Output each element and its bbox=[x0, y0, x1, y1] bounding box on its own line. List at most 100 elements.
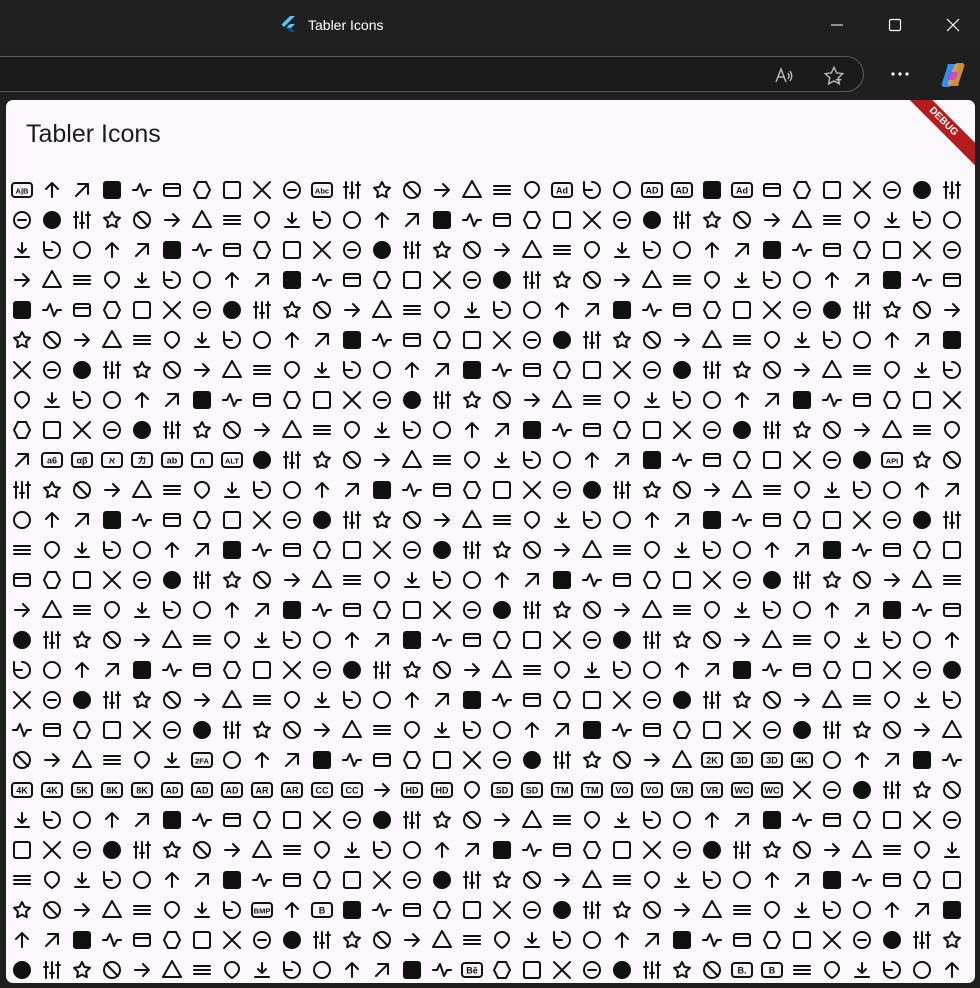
window-title-bar[interactable]: Tabler Icons bbox=[0, 0, 980, 50]
icon-tile[interactable] bbox=[427, 235, 457, 265]
icon-tile[interactable] bbox=[307, 385, 337, 415]
icon-tile[interactable] bbox=[127, 625, 157, 655]
icon-tile[interactable] bbox=[547, 505, 577, 535]
icon-tile[interactable] bbox=[727, 475, 757, 505]
icon-tile[interactable] bbox=[877, 595, 907, 625]
icon-tile[interactable] bbox=[427, 655, 457, 685]
icon-tile[interactable] bbox=[337, 355, 367, 385]
icon-tile[interactable] bbox=[187, 625, 217, 655]
icon-tile[interactable] bbox=[637, 265, 667, 295]
icon-tile[interactable] bbox=[547, 565, 577, 595]
icon-tile[interactable] bbox=[517, 475, 547, 505]
icon-tile[interactable] bbox=[457, 745, 487, 775]
icon-tile[interactable] bbox=[7, 745, 37, 775]
icon-tile[interactable] bbox=[427, 835, 457, 865]
icon-tile[interactable] bbox=[157, 955, 187, 983]
icon-tile[interactable] bbox=[847, 325, 877, 355]
icon-tile[interactable] bbox=[517, 655, 547, 685]
icon-tile[interactable] bbox=[787, 295, 817, 325]
icon-tile[interactable] bbox=[637, 715, 667, 745]
icon-tile[interactable]: 2K bbox=[697, 745, 727, 775]
icon-tile[interactable] bbox=[187, 685, 217, 715]
icon-tile[interactable] bbox=[277, 325, 307, 355]
icon-tile[interactable] bbox=[37, 745, 67, 775]
icon-tile[interactable] bbox=[367, 565, 397, 595]
icon-tile[interactable] bbox=[577, 505, 607, 535]
icon-tile[interactable]: AR bbox=[277, 775, 307, 805]
icon-tile[interactable] bbox=[517, 865, 547, 895]
icon-tile[interactable] bbox=[427, 625, 457, 655]
icon-tile[interactable] bbox=[367, 175, 397, 205]
icon-tile[interactable] bbox=[877, 475, 907, 505]
icon-tile[interactable] bbox=[577, 955, 607, 983]
icon-tile[interactable] bbox=[907, 775, 937, 805]
icon-tile[interactable] bbox=[847, 535, 877, 565]
icon-tile[interactable]: 3D bbox=[727, 745, 757, 775]
icon-tile[interactable] bbox=[607, 745, 637, 775]
icon-tile[interactable] bbox=[67, 715, 97, 745]
icon-tile[interactable] bbox=[517, 205, 547, 235]
icon-tile[interactable] bbox=[637, 475, 667, 505]
icon-tile[interactable] bbox=[817, 775, 847, 805]
icon-tile[interactable] bbox=[547, 475, 577, 505]
icon-tile[interactable] bbox=[577, 805, 607, 835]
icon-tile[interactable] bbox=[787, 205, 817, 235]
icon-tile[interactable] bbox=[427, 295, 457, 325]
icon-tile[interactable] bbox=[487, 295, 517, 325]
icon-tile[interactable] bbox=[757, 565, 787, 595]
icon-tile[interactable] bbox=[337, 865, 367, 895]
icon-tile[interactable] bbox=[247, 355, 277, 385]
icon-tile[interactable] bbox=[7, 355, 37, 385]
icon-tile[interactable] bbox=[667, 415, 697, 445]
icon-tile[interactable] bbox=[877, 175, 907, 205]
icon-tile[interactable] bbox=[907, 205, 937, 235]
icon-tile[interactable] bbox=[367, 775, 397, 805]
icon-tile[interactable] bbox=[907, 235, 937, 265]
icon-tile[interactable] bbox=[217, 565, 247, 595]
icon-tile[interactable] bbox=[337, 535, 367, 565]
icon-tile[interactable] bbox=[7, 235, 37, 265]
icon-tile[interactable] bbox=[157, 925, 187, 955]
icon-tile[interactable] bbox=[727, 595, 757, 625]
icon-tile[interactable] bbox=[877, 625, 907, 655]
icon-tile[interactable] bbox=[847, 835, 877, 865]
icon-tile[interactable] bbox=[667, 955, 697, 983]
icon-tile[interactable] bbox=[367, 235, 397, 265]
icon-tile[interactable] bbox=[67, 385, 97, 415]
icon-tile[interactable] bbox=[7, 445, 37, 475]
icon-tile[interactable] bbox=[157, 895, 187, 925]
icon-tile[interactable] bbox=[277, 475, 307, 505]
icon-tile[interactable]: 4K bbox=[37, 775, 67, 805]
icon-tile[interactable] bbox=[787, 655, 817, 685]
icon-tile[interactable] bbox=[127, 895, 157, 925]
icon-tile[interactable] bbox=[607, 265, 637, 295]
icon-tile[interactable] bbox=[487, 625, 517, 655]
icon-tile[interactable] bbox=[757, 355, 787, 385]
icon-tile[interactable] bbox=[667, 265, 697, 295]
icon-tile[interactable] bbox=[307, 625, 337, 655]
icon-tile[interactable]: CC bbox=[337, 775, 367, 805]
icon-tile[interactable] bbox=[937, 205, 967, 235]
icon-tile[interactable] bbox=[217, 655, 247, 685]
icon-tile[interactable] bbox=[757, 625, 787, 655]
icon-tile[interactable] bbox=[577, 655, 607, 685]
icon-tile[interactable] bbox=[547, 955, 577, 983]
icon-tile[interactable] bbox=[427, 535, 457, 565]
icon-tile[interactable] bbox=[127, 685, 157, 715]
icon-tile[interactable] bbox=[577, 415, 607, 445]
icon-tile[interactable] bbox=[937, 355, 967, 385]
icon-tile[interactable] bbox=[37, 535, 67, 565]
icon-tile[interactable] bbox=[487, 175, 517, 205]
icon-tile[interactable] bbox=[7, 955, 37, 983]
icon-tile[interactable] bbox=[307, 655, 337, 685]
icon-tile[interactable] bbox=[457, 865, 487, 895]
icon-tile[interactable] bbox=[427, 565, 457, 595]
icon-tile[interactable] bbox=[427, 745, 457, 775]
icon-tile[interactable] bbox=[547, 385, 577, 415]
icon-tile[interactable] bbox=[127, 955, 157, 983]
icon-tile[interactable] bbox=[787, 175, 817, 205]
icon-tile[interactable] bbox=[367, 595, 397, 625]
icon-tile[interactable] bbox=[877, 775, 907, 805]
icon-tile[interactable] bbox=[457, 415, 487, 445]
icon-tile[interactable] bbox=[517, 595, 547, 625]
